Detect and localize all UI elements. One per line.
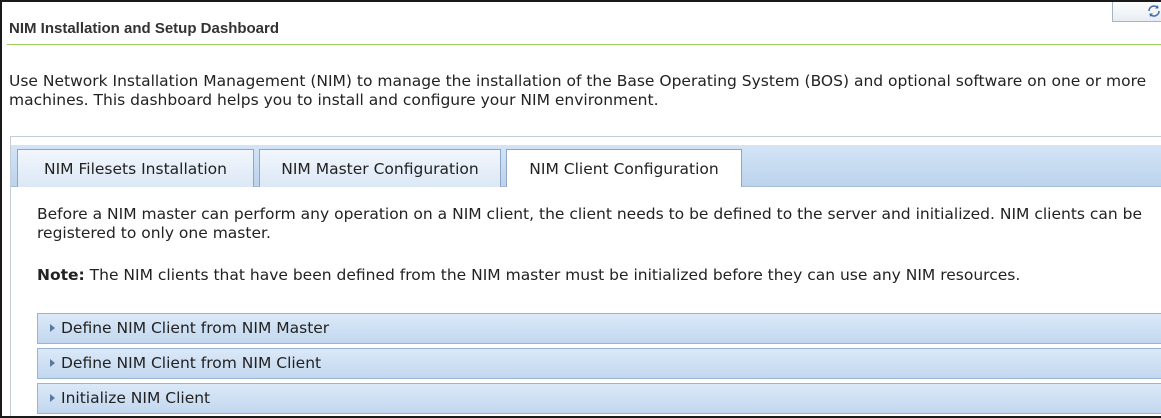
tab-nim-filesets-installation[interactable]: NIM Filesets Installation <box>17 149 254 187</box>
chevron-right-icon <box>50 394 55 402</box>
tab-panel: NIM Filesets Installation NIM Master Con… <box>10 136 1161 416</box>
note-text: The NIM clients that have been defined f… <box>84 266 1021 284</box>
intro-text: Use Network Installation Management (NIM… <box>9 72 1147 109</box>
chevron-right-icon <box>50 324 55 332</box>
tab-nim-master-configuration[interactable]: NIM Master Configuration <box>259 149 501 187</box>
tab-label: NIM Master Configuration <box>281 159 479 178</box>
note: Note: The NIM clients that have been def… <box>37 266 1161 285</box>
page-title: NIM Installation and Setup Dashboard <box>9 20 280 37</box>
refresh-button[interactable] <box>1112 2 1161 22</box>
client-description: Before a NIM master can perform any oper… <box>37 205 1143 242</box>
note-label: Note: <box>37 266 85 284</box>
section-define-client-from-master[interactable]: Define NIM Client from NIM Master <box>37 313 1161 344</box>
section-define-client-from-client[interactable]: Define NIM Client from NIM Client <box>37 348 1161 379</box>
section-initialize-client[interactable]: Initialize NIM Client <box>37 383 1161 414</box>
tab-label: NIM Filesets Installation <box>44 159 227 178</box>
refresh-icon <box>1148 5 1160 17</box>
section-label: Initialize NIM Client <box>61 389 211 407</box>
section-label: Define NIM Client from NIM Master <box>61 319 330 337</box>
tab-content: Before a NIM master can perform any oper… <box>11 187 1161 416</box>
section-label: Define NIM Client from NIM Client <box>61 354 322 372</box>
tab-label: NIM Client Configuration <box>529 160 719 178</box>
tab-nim-client-configuration[interactable]: NIM Client Configuration <box>506 149 742 188</box>
tab-bar: NIM Filesets Installation NIM Master Con… <box>11 145 1161 188</box>
dashboard-frame: NIM Installation and Setup Dashboard Use… <box>0 0 1161 418</box>
chevron-right-icon <box>50 359 55 367</box>
title-divider <box>7 44 1161 45</box>
